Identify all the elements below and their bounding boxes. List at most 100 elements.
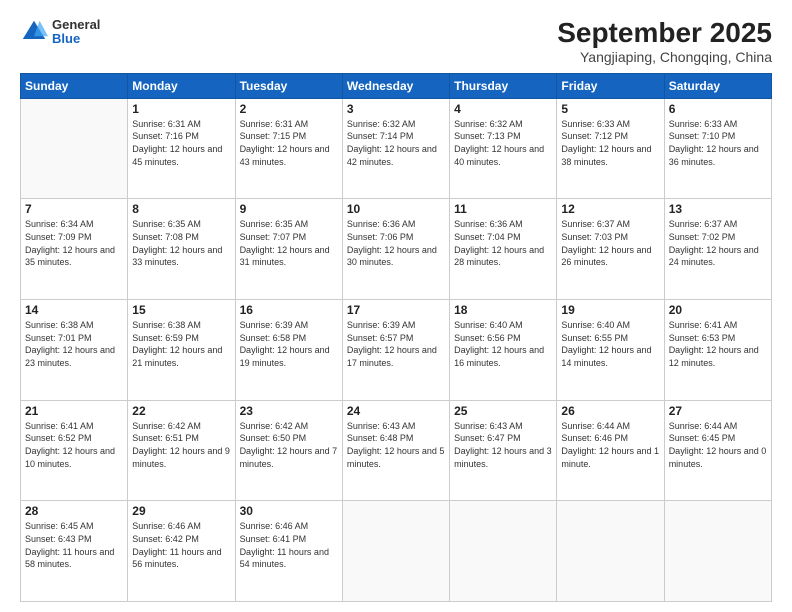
calendar-cell [21, 98, 128, 199]
day-number: 17 [347, 303, 445, 317]
calendar-cell: 9 Sunrise: 6:35 AM Sunset: 7:07 PM Dayli… [235, 199, 342, 300]
day-number: 16 [240, 303, 338, 317]
calendar-cell: 16 Sunrise: 6:39 AM Sunset: 6:58 PM Dayl… [235, 300, 342, 401]
calendar-cell [342, 501, 449, 602]
calendar-cell: 2 Sunrise: 6:31 AM Sunset: 7:15 PM Dayli… [235, 98, 342, 199]
calendar-cell: 14 Sunrise: 6:38 AM Sunset: 7:01 PM Dayl… [21, 300, 128, 401]
calendar-subtitle: Yangjiaping, Chongqing, China [557, 49, 772, 65]
day-number: 2 [240, 102, 338, 116]
day-number: 3 [347, 102, 445, 116]
day-info: Sunrise: 6:32 AM Sunset: 7:13 PM Dayligh… [454, 118, 552, 168]
col-sunday: Sunday [21, 73, 128, 98]
day-number: 27 [669, 404, 767, 418]
logo-text: General Blue [52, 18, 100, 47]
day-info: Sunrise: 6:39 AM Sunset: 6:57 PM Dayligh… [347, 319, 445, 369]
calendar-cell: 3 Sunrise: 6:32 AM Sunset: 7:14 PM Dayli… [342, 98, 449, 199]
calendar-cell: 10 Sunrise: 6:36 AM Sunset: 7:06 PM Dayl… [342, 199, 449, 300]
day-number: 19 [561, 303, 659, 317]
day-number: 13 [669, 202, 767, 216]
calendar-cell: 30 Sunrise: 6:46 AM Sunset: 6:41 PM Dayl… [235, 501, 342, 602]
calendar-cell: 8 Sunrise: 6:35 AM Sunset: 7:08 PM Dayli… [128, 199, 235, 300]
day-info: Sunrise: 6:45 AM Sunset: 6:43 PM Dayligh… [25, 520, 123, 570]
day-number: 14 [25, 303, 123, 317]
calendar-cell: 13 Sunrise: 6:37 AM Sunset: 7:02 PM Dayl… [664, 199, 771, 300]
col-monday: Monday [128, 73, 235, 98]
calendar-cell [664, 501, 771, 602]
day-number: 15 [132, 303, 230, 317]
day-number: 10 [347, 202, 445, 216]
calendar-cell: 29 Sunrise: 6:46 AM Sunset: 6:42 PM Dayl… [128, 501, 235, 602]
day-info: Sunrise: 6:43 AM Sunset: 6:48 PM Dayligh… [347, 420, 445, 470]
logo: General Blue [20, 18, 100, 47]
day-number: 1 [132, 102, 230, 116]
calendar-cell: 18 Sunrise: 6:40 AM Sunset: 6:56 PM Dayl… [450, 300, 557, 401]
day-info: Sunrise: 6:37 AM Sunset: 7:03 PM Dayligh… [561, 218, 659, 268]
calendar-cell [557, 501, 664, 602]
calendar-cell: 1 Sunrise: 6:31 AM Sunset: 7:16 PM Dayli… [128, 98, 235, 199]
calendar-cell: 4 Sunrise: 6:32 AM Sunset: 7:13 PM Dayli… [450, 98, 557, 199]
day-info: Sunrise: 6:44 AM Sunset: 6:46 PM Dayligh… [561, 420, 659, 470]
day-info: Sunrise: 6:31 AM Sunset: 7:16 PM Dayligh… [132, 118, 230, 168]
col-friday: Friday [557, 73, 664, 98]
day-info: Sunrise: 6:35 AM Sunset: 7:07 PM Dayligh… [240, 218, 338, 268]
col-thursday: Thursday [450, 73, 557, 98]
day-info: Sunrise: 6:33 AM Sunset: 7:10 PM Dayligh… [669, 118, 767, 168]
col-tuesday: Tuesday [235, 73, 342, 98]
day-number: 12 [561, 202, 659, 216]
day-info: Sunrise: 6:34 AM Sunset: 7:09 PM Dayligh… [25, 218, 123, 268]
day-number: 28 [25, 504, 123, 518]
day-number: 29 [132, 504, 230, 518]
title-block: September 2025 Yangjiaping, Chongqing, C… [557, 18, 772, 65]
day-info: Sunrise: 6:36 AM Sunset: 7:04 PM Dayligh… [454, 218, 552, 268]
calendar-cell: 5 Sunrise: 6:33 AM Sunset: 7:12 PM Dayli… [557, 98, 664, 199]
calendar-cell: 27 Sunrise: 6:44 AM Sunset: 6:45 PM Dayl… [664, 400, 771, 501]
calendar-week-row: 14 Sunrise: 6:38 AM Sunset: 7:01 PM Dayl… [21, 300, 772, 401]
calendar-cell: 7 Sunrise: 6:34 AM Sunset: 7:09 PM Dayli… [21, 199, 128, 300]
calendar-cell: 26 Sunrise: 6:44 AM Sunset: 6:46 PM Dayl… [557, 400, 664, 501]
day-info: Sunrise: 6:33 AM Sunset: 7:12 PM Dayligh… [561, 118, 659, 168]
day-number: 20 [669, 303, 767, 317]
calendar-cell: 20 Sunrise: 6:41 AM Sunset: 6:53 PM Dayl… [664, 300, 771, 401]
logo-blue: Blue [52, 32, 100, 46]
calendar-cell: 28 Sunrise: 6:45 AM Sunset: 6:43 PM Dayl… [21, 501, 128, 602]
day-info: Sunrise: 6:42 AM Sunset: 6:50 PM Dayligh… [240, 420, 338, 470]
calendar-header-row: Sunday Monday Tuesday Wednesday Thursday… [21, 73, 772, 98]
day-number: 26 [561, 404, 659, 418]
day-info: Sunrise: 6:41 AM Sunset: 6:53 PM Dayligh… [669, 319, 767, 369]
day-info: Sunrise: 6:37 AM Sunset: 7:02 PM Dayligh… [669, 218, 767, 268]
day-number: 6 [669, 102, 767, 116]
calendar-cell: 19 Sunrise: 6:40 AM Sunset: 6:55 PM Dayl… [557, 300, 664, 401]
calendar-cell: 24 Sunrise: 6:43 AM Sunset: 6:48 PM Dayl… [342, 400, 449, 501]
calendar-week-row: 21 Sunrise: 6:41 AM Sunset: 6:52 PM Dayl… [21, 400, 772, 501]
day-number: 7 [25, 202, 123, 216]
col-saturday: Saturday [664, 73, 771, 98]
calendar-week-row: 28 Sunrise: 6:45 AM Sunset: 6:43 PM Dayl… [21, 501, 772, 602]
day-info: Sunrise: 6:39 AM Sunset: 6:58 PM Dayligh… [240, 319, 338, 369]
calendar-cell: 11 Sunrise: 6:36 AM Sunset: 7:04 PM Dayl… [450, 199, 557, 300]
day-info: Sunrise: 6:36 AM Sunset: 7:06 PM Dayligh… [347, 218, 445, 268]
day-info: Sunrise: 6:31 AM Sunset: 7:15 PM Dayligh… [240, 118, 338, 168]
day-number: 21 [25, 404, 123, 418]
day-number: 8 [132, 202, 230, 216]
day-info: Sunrise: 6:38 AM Sunset: 6:59 PM Dayligh… [132, 319, 230, 369]
calendar-cell: 25 Sunrise: 6:43 AM Sunset: 6:47 PM Dayl… [450, 400, 557, 501]
day-number: 9 [240, 202, 338, 216]
day-number: 5 [561, 102, 659, 116]
day-number: 30 [240, 504, 338, 518]
col-wednesday: Wednesday [342, 73, 449, 98]
calendar-week-row: 7 Sunrise: 6:34 AM Sunset: 7:09 PM Dayli… [21, 199, 772, 300]
page: General Blue September 2025 Yangjiaping,… [0, 0, 792, 612]
day-number: 22 [132, 404, 230, 418]
day-number: 25 [454, 404, 552, 418]
day-info: Sunrise: 6:42 AM Sunset: 6:51 PM Dayligh… [132, 420, 230, 470]
day-info: Sunrise: 6:38 AM Sunset: 7:01 PM Dayligh… [25, 319, 123, 369]
calendar-week-row: 1 Sunrise: 6:31 AM Sunset: 7:16 PM Dayli… [21, 98, 772, 199]
day-info: Sunrise: 6:40 AM Sunset: 6:56 PM Dayligh… [454, 319, 552, 369]
calendar-cell [450, 501, 557, 602]
calendar-cell: 17 Sunrise: 6:39 AM Sunset: 6:57 PM Dayl… [342, 300, 449, 401]
day-number: 23 [240, 404, 338, 418]
day-info: Sunrise: 6:40 AM Sunset: 6:55 PM Dayligh… [561, 319, 659, 369]
day-info: Sunrise: 6:32 AM Sunset: 7:14 PM Dayligh… [347, 118, 445, 168]
calendar-cell: 22 Sunrise: 6:42 AM Sunset: 6:51 PM Dayl… [128, 400, 235, 501]
day-number: 4 [454, 102, 552, 116]
